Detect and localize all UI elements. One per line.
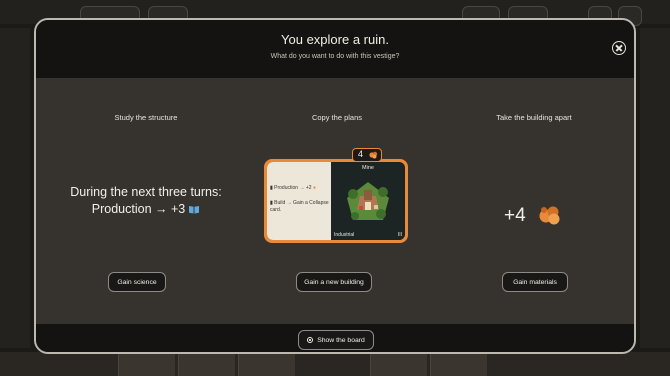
board-card	[118, 352, 175, 376]
card-build: ▮ Build → Gain a Collapse card.	[270, 200, 329, 213]
modal-title: You explore a ruin.	[281, 32, 389, 47]
building-card: ▮ Production → +2 ● ▮ Build → Gain a Col…	[264, 159, 408, 243]
card-art-panel: Mine Industrial III	[331, 162, 405, 240]
study-effect-line2: Production → +3	[91, 202, 186, 216]
ruin-modal: You explore a ruin. What do you want to …	[34, 18, 636, 354]
card-level: III	[397, 232, 402, 238]
game-bottombar	[0, 352, 670, 376]
show-board-label: Show the board	[317, 336, 365, 344]
gain-new-building-button[interactable]: Gain a new building	[296, 272, 372, 292]
card-build-label: Build	[274, 200, 286, 206]
card-name: Mine	[362, 165, 374, 171]
materials-icon: ●	[312, 185, 316, 191]
option-heading-copy: Copy the plans	[311, 113, 363, 122]
show-board-button[interactable]: Show the board	[298, 330, 374, 350]
card-production-label: Production	[274, 185, 299, 191]
board-card	[178, 352, 235, 376]
board-card	[238, 352, 295, 376]
card-production-value: → +2	[299, 185, 312, 191]
eye-icon	[307, 337, 314, 343]
materials-gain-value: +4	[504, 205, 526, 226]
option-heading-apart: Take the building apart	[496, 113, 572, 122]
card-cost-badge: 4	[352, 148, 382, 162]
gain-science-button[interactable]: Gain science	[108, 272, 166, 292]
card-production: ▮ Production → +2 ●	[270, 185, 316, 191]
mine-building-illustration	[347, 182, 389, 220]
materials-icon	[369, 151, 378, 159]
card-cost: 4	[358, 149, 364, 159]
book-icon	[189, 206, 200, 214]
study-effect-line1: During the next three turns:	[70, 185, 222, 199]
board-card	[370, 352, 427, 376]
option-heading-study: Study the structure	[114, 113, 178, 122]
left-side-panel	[0, 28, 30, 348]
close-icon[interactable]	[612, 41, 626, 55]
modal-header: You explore a ruin. What do you want to …	[36, 20, 634, 78]
card-effects: ▮ Production → +2 ● ▮ Build → Gain a Col…	[267, 162, 331, 240]
materials-icon	[539, 206, 560, 225]
study-effect: During the next three turns: Production …	[56, 184, 236, 218]
gain-materials-button[interactable]: Gain materials	[502, 272, 568, 292]
card-type: Industrial	[334, 232, 355, 238]
right-side-panel	[640, 28, 670, 348]
modal-subtitle: What do you want to do with this vestige…	[270, 53, 400, 60]
board-card	[430, 352, 487, 376]
